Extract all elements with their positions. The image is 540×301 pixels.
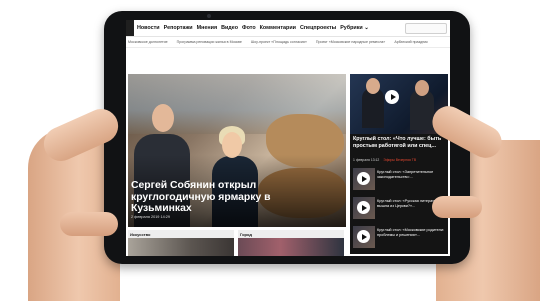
play-icon[interactable] <box>357 172 370 185</box>
play-icon[interactable] <box>357 201 370 214</box>
hero-article[interactable]: Сергей Собянин открыл круглогодичную ярм… <box>128 74 346 227</box>
nav-item-reports[interactable]: Репортажи <box>164 25 193 31</box>
nav-item-video[interactable]: Видео <box>221 25 238 31</box>
article-card-city[interactable]: Город <box>238 230 344 256</box>
subnav-item[interactable]: Шоу-проект «Площадь согласия» <box>251 40 307 44</box>
video-list-item[interactable]: Круглый стол: «Московские родители: проб… <box>353 226 447 255</box>
video-thumbnail[interactable] <box>353 226 375 248</box>
site-logo[interactable] <box>126 20 134 36</box>
featured-video-date: 1 февраля 13:12 <box>353 158 380 162</box>
hero-photo-person-head <box>152 104 174 132</box>
video-sidebar: Круглый стол: «Что лучше: быть простым р… <box>350 74 448 254</box>
nav-item-opinions[interactable]: Мнения <box>197 25 217 31</box>
video-host <box>362 88 384 128</box>
nav-item-news[interactable]: Новости <box>137 25 160 31</box>
tablet-screen: Новости Репортажи Мнения Видео Фото Комм… <box>126 20 450 256</box>
play-icon[interactable] <box>385 90 399 104</box>
subnav-item[interactable]: Арбатский праздник <box>394 40 427 44</box>
video-host-head <box>415 80 429 96</box>
tablet-in-hands-photo: Новости Репортажи Мнения Видео Фото Комм… <box>0 0 540 301</box>
featured-video-meta: 1 февраля 13:12 Эфиры Вечерняя ТВ <box>353 158 416 162</box>
top-nav: Новости Репортажи Мнения Видео Фото Комм… <box>126 20 450 37</box>
nav-item-photo[interactable]: Фото <box>242 25 256 31</box>
left-finger <box>60 212 118 236</box>
hero-headline[interactable]: Сергей Собянин открыл круглогодичную ярм… <box>131 180 301 215</box>
nav-item-rubrics[interactable]: Рубрики ⌄ <box>340 25 369 31</box>
featured-video-tag[interactable]: Эфиры Вечерняя ТВ <box>383 158 416 162</box>
video-host <box>410 90 434 130</box>
subnav-strip: Московское долголетие Программа реноваци… <box>126 37 450 48</box>
tablet: Новости Репортажи Мнения Видео Фото Комм… <box>104 11 470 264</box>
subnav-item[interactable]: Проект «Московские народные ремесла» <box>316 40 385 44</box>
video-host-head <box>366 78 380 94</box>
video-thumbnail[interactable] <box>353 168 375 190</box>
article-card-label[interactable]: Город <box>240 232 252 237</box>
article-card-image <box>128 238 234 256</box>
nav-menu: Новости Репортажи Мнения Видео Фото Комм… <box>137 20 369 36</box>
video-list-item[interactable]: Круглый стол: «Запретительное законодате… <box>353 168 447 197</box>
nav-item-comments[interactable]: Комментарии <box>260 25 296 31</box>
nav-item-specprojects[interactable]: Спецпроекты <box>300 25 336 31</box>
video-title[interactable]: Круглый стол: «Запретительное законодате… <box>377 170 445 179</box>
article-card-art[interactable]: Искусство <box>128 230 234 256</box>
video-thumbnail[interactable] <box>353 197 375 219</box>
subnav-item[interactable]: Московское долголетие <box>128 40 168 44</box>
hero-date: 2 февраля 2019 14:29 <box>131 215 170 219</box>
right-finger <box>432 196 482 218</box>
article-card-label[interactable]: Искусство <box>130 232 150 237</box>
subnav-item[interactable]: Программа реновации жилья в Москве <box>177 40 242 44</box>
tablet-camera <box>207 14 211 18</box>
video-title[interactable]: Круглый стол: «Московские родители: проб… <box>377 228 445 237</box>
search-input[interactable] <box>405 23 447 34</box>
play-icon[interactable] <box>357 230 370 243</box>
article-card-image <box>238 238 344 256</box>
featured-video-title[interactable]: Круглый стол: «Что лучше: быть простым р… <box>353 136 445 149</box>
